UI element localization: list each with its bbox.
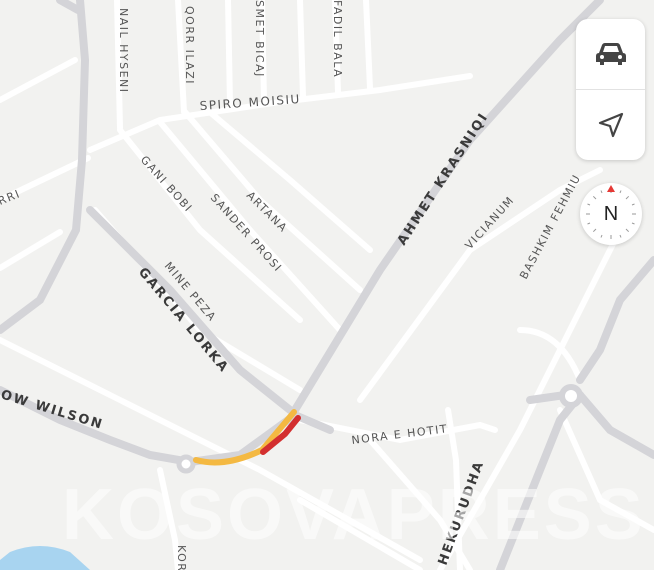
driving-mode-button[interactable] — [576, 19, 645, 90]
compass-needle-icon — [607, 185, 615, 192]
current-location-button[interactable] — [576, 90, 645, 160]
navigation-arrow-icon — [598, 112, 623, 138]
compass-north-label: N — [603, 202, 619, 225]
watermark: KOSOVAPRESS — [62, 475, 646, 555]
street-label-ismet-bicaj: SMET BICAJ — [253, 0, 266, 78]
map-view[interactable]: NAIL HYSENI QORR ILAZI SMET BICAJ FADIL … — [0, 0, 654, 570]
map-controls — [576, 19, 645, 160]
street-label-fadil-bala: FADIL BALA — [331, 0, 344, 78]
compass-button[interactable]: N — [580, 183, 642, 245]
car-icon — [595, 43, 626, 65]
roundabout-east — [559, 384, 583, 408]
street-label-qorr-ilazi: QORR ILAZI — [183, 6, 196, 85]
street-label-nail-hyseni: NAIL HYSENI — [117, 8, 130, 94]
roundabout-west — [176, 454, 196, 474]
